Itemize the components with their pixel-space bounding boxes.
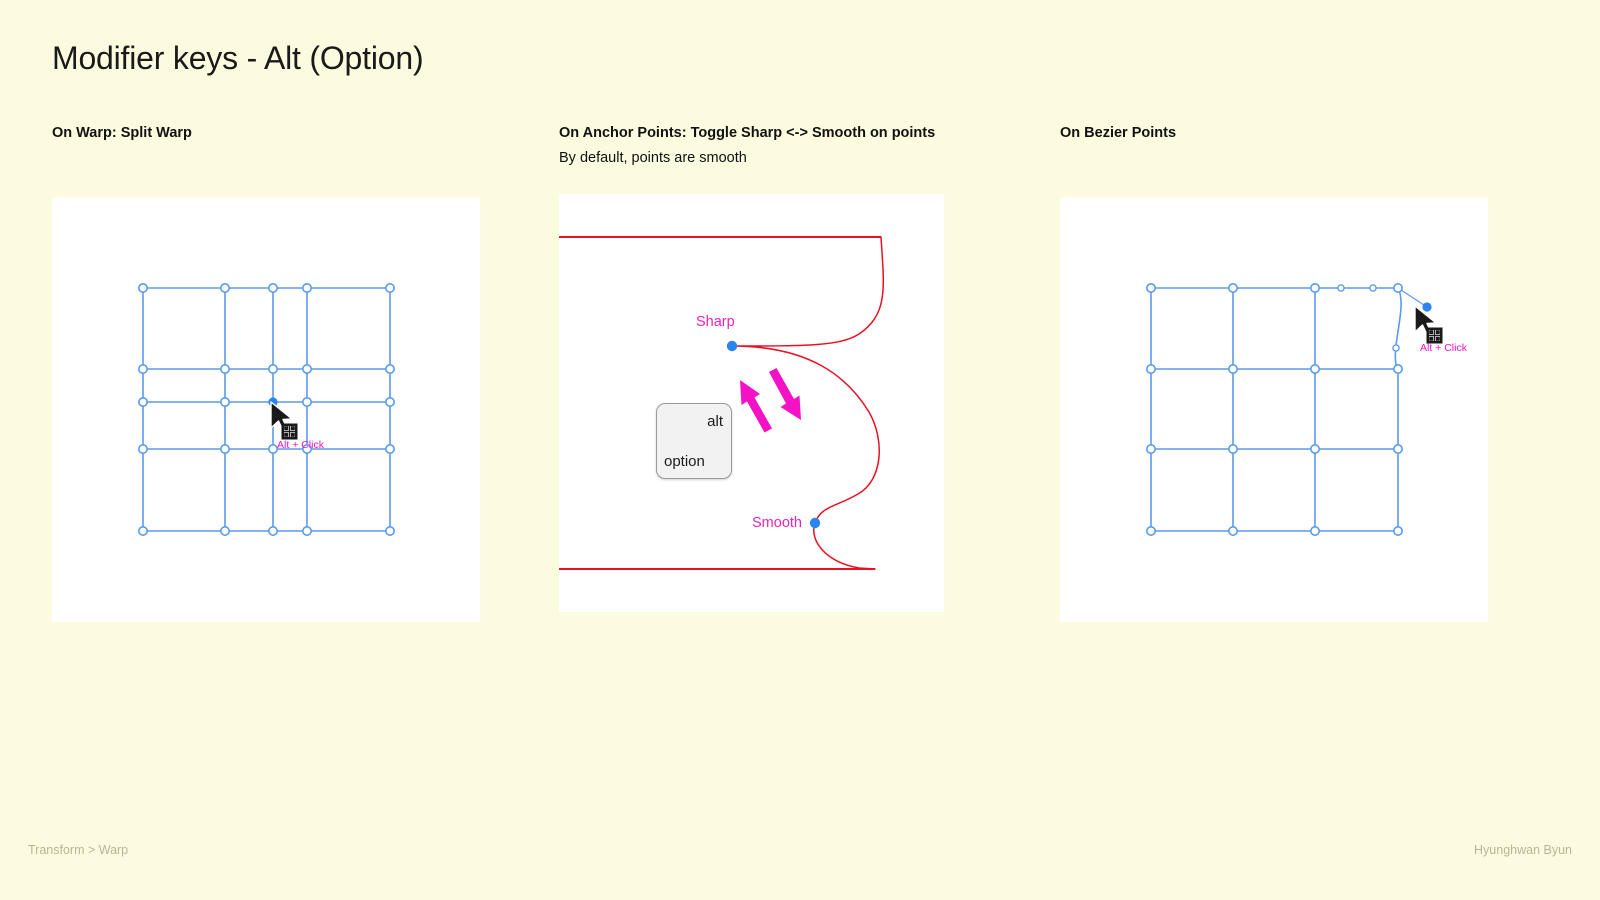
column-heading-warp: On Warp: Split Warp <box>52 125 192 141</box>
keycap-alt-option[interactable]: alt option <box>656 403 732 479</box>
anchor-point-sharp <box>726 340 738 352</box>
footer-breadcrumb: Transform > Warp <box>28 843 129 857</box>
split-grid-cursor-icon <box>281 423 298 440</box>
warp-grid-anchors <box>138 283 395 536</box>
warp-grid <box>142 287 391 532</box>
column-subheading-anchor-points: By default, points are smooth <box>559 150 747 166</box>
bezier-grid <box>1150 287 1402 532</box>
bezier-grid-anchors <box>1146 283 1403 536</box>
callout-alt-click-warp: Alt + Click <box>277 439 324 451</box>
page-title: Modifier keys - Alt (Option) <box>52 40 424 76</box>
footer-author: Hyunghwan Byun <box>1474 843 1572 857</box>
keycap-label-option: option <box>664 453 705 470</box>
anchor-point-smooth <box>809 517 821 529</box>
callout-alt-click-bezier: Alt + Click <box>1420 342 1467 354</box>
bezier-handle-dots <box>1337 284 1400 352</box>
label-smooth: Smooth <box>752 515 802 531</box>
label-sharp: Sharp <box>696 314 735 330</box>
double-arrow-toggle-icon <box>740 368 801 433</box>
panel-warp-split <box>52 197 480 622</box>
column-heading-bezier-points: On Bezier Points <box>1060 125 1177 141</box>
keycap-label-alt: alt <box>707 413 723 430</box>
column-heading-anchor-points: On Anchor Points: Toggle Sharp <-> Smoot… <box>559 125 936 141</box>
panel-bezier-points <box>1060 197 1488 622</box>
